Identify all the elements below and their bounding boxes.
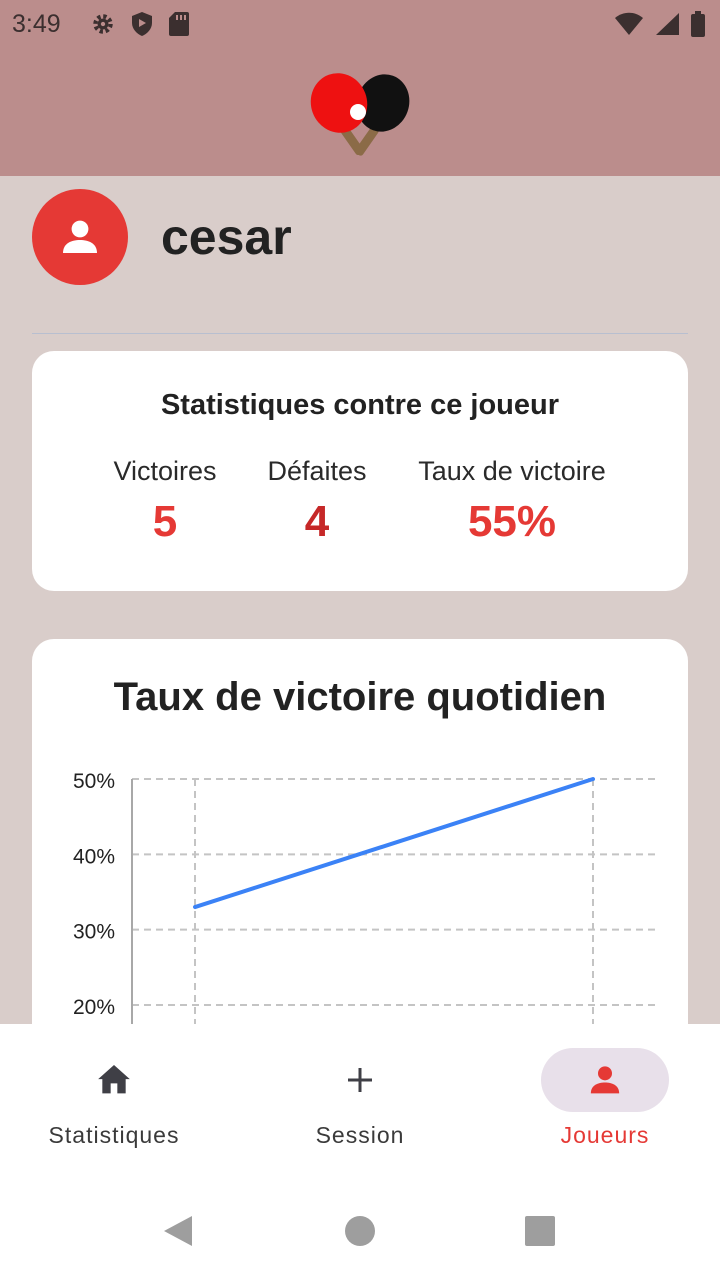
defeats-value: 4 (304, 497, 330, 546)
divider (32, 333, 688, 334)
person-icon (590, 1066, 620, 1094)
chart-card: Taux de victoire quotidien 50% 40% 30% 20% (32, 639, 688, 1024)
win-rate-label: Taux de victoire (418, 456, 606, 486)
nav-label-joueurs: Joueurs (560, 1122, 650, 1148)
win-rate-chart: 50% 40% 30% 20% (73, 770, 656, 1024)
status-time: 3:49 (12, 10, 61, 38)
nav-label-statistiques: Statistiques (48, 1122, 180, 1148)
victories-value: 5 (152, 497, 178, 546)
player-name: cesar (161, 209, 292, 265)
win-rate-value: 55% (467, 497, 557, 546)
victories-label: Victoires (113, 456, 217, 486)
shield-icon (132, 12, 152, 36)
nav-item-joueurs[interactable]: Joueurs (505, 1048, 705, 1149)
avatar (32, 189, 128, 285)
status-bar: 3:49 (0, 0, 720, 50)
wifi-icon (615, 12, 643, 35)
plus-icon (348, 1068, 372, 1092)
victories-stat: Victoires 5 (110, 456, 220, 547)
app-bar (0, 50, 720, 176)
settings-icon (93, 14, 113, 34)
sd-card-icon (169, 12, 189, 36)
nav-label-session: Session (315, 1122, 405, 1148)
home-icon (98, 1065, 130, 1094)
defeats-stat: Défaites 4 (264, 456, 370, 547)
y-tick-label: 40% (73, 845, 115, 868)
back-icon[interactable] (162, 1214, 194, 1248)
series-line (193, 777, 595, 910)
ping-pong-logo-icon (310, 73, 410, 156)
recents-icon[interactable] (525, 1216, 555, 1246)
signal-icon (656, 13, 679, 35)
person-icon (63, 220, 97, 253)
y-tick-label: 50% (73, 770, 115, 793)
system-navigation-bar (0, 1192, 720, 1280)
battery-icon (691, 11, 705, 37)
y-tick-label: 20% (73, 996, 115, 1019)
defeats-label: Défaites (267, 456, 367, 486)
bottom-navigation: Statistiques Session Joueurs (0, 1024, 720, 1192)
nav-item-session[interactable]: Session (260, 1048, 460, 1149)
y-tick-label: 30% (73, 921, 115, 944)
nav-item-statistiques[interactable]: Statistiques (14, 1048, 214, 1149)
player-header: cesar (32, 189, 292, 285)
player-detail-content[interactable]: cesar Statistiques contre ce joueur Vict… (0, 176, 720, 1024)
stats-title: Statistiques contre ce joueur (160, 389, 560, 421)
win-rate-stat: Taux de victoire 55% (412, 456, 612, 547)
home-button-icon[interactable] (345, 1216, 375, 1246)
stats-card: Statistiques contre ce joueur Victoires … (32, 351, 688, 591)
